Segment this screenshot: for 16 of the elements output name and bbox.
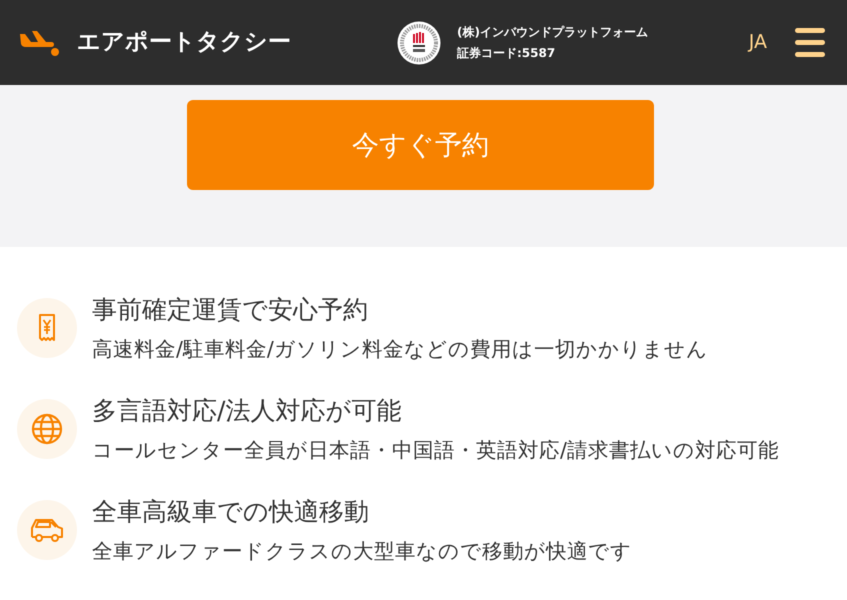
feature-description: コールセンター全員が日本語・中国語・英語対応/請求書払いの対応可能 [92,437,779,463]
globe-icon [17,399,77,459]
company-name: (株)インバウンドプラットフォーム [457,24,648,40]
menu-icon[interactable] [795,28,825,57]
language-switcher[interactable]: JA [748,33,767,52]
stock-code: 証券コード:5587 [457,46,556,60]
feature-description: 高速料金/駐車料金/ガソリン料金などの費用は一切かかりません [92,336,708,362]
car-icon [17,500,77,560]
site-title: エアポートタクシー [77,31,291,54]
feature-description: 全車アルファードクラスの大型車なので移動が快適です [92,538,632,564]
exchange-badge-icon [397,20,441,64]
airplane-logo-icon [18,30,60,56]
feature-title: 多言語対応/法人対応が可能 [92,395,402,427]
yen-receipt-icon [17,298,77,358]
feature-title: 全車高級車での快適移動 [92,496,370,528]
feature-title: 事前確定運賃で安心予約 [92,294,369,326]
